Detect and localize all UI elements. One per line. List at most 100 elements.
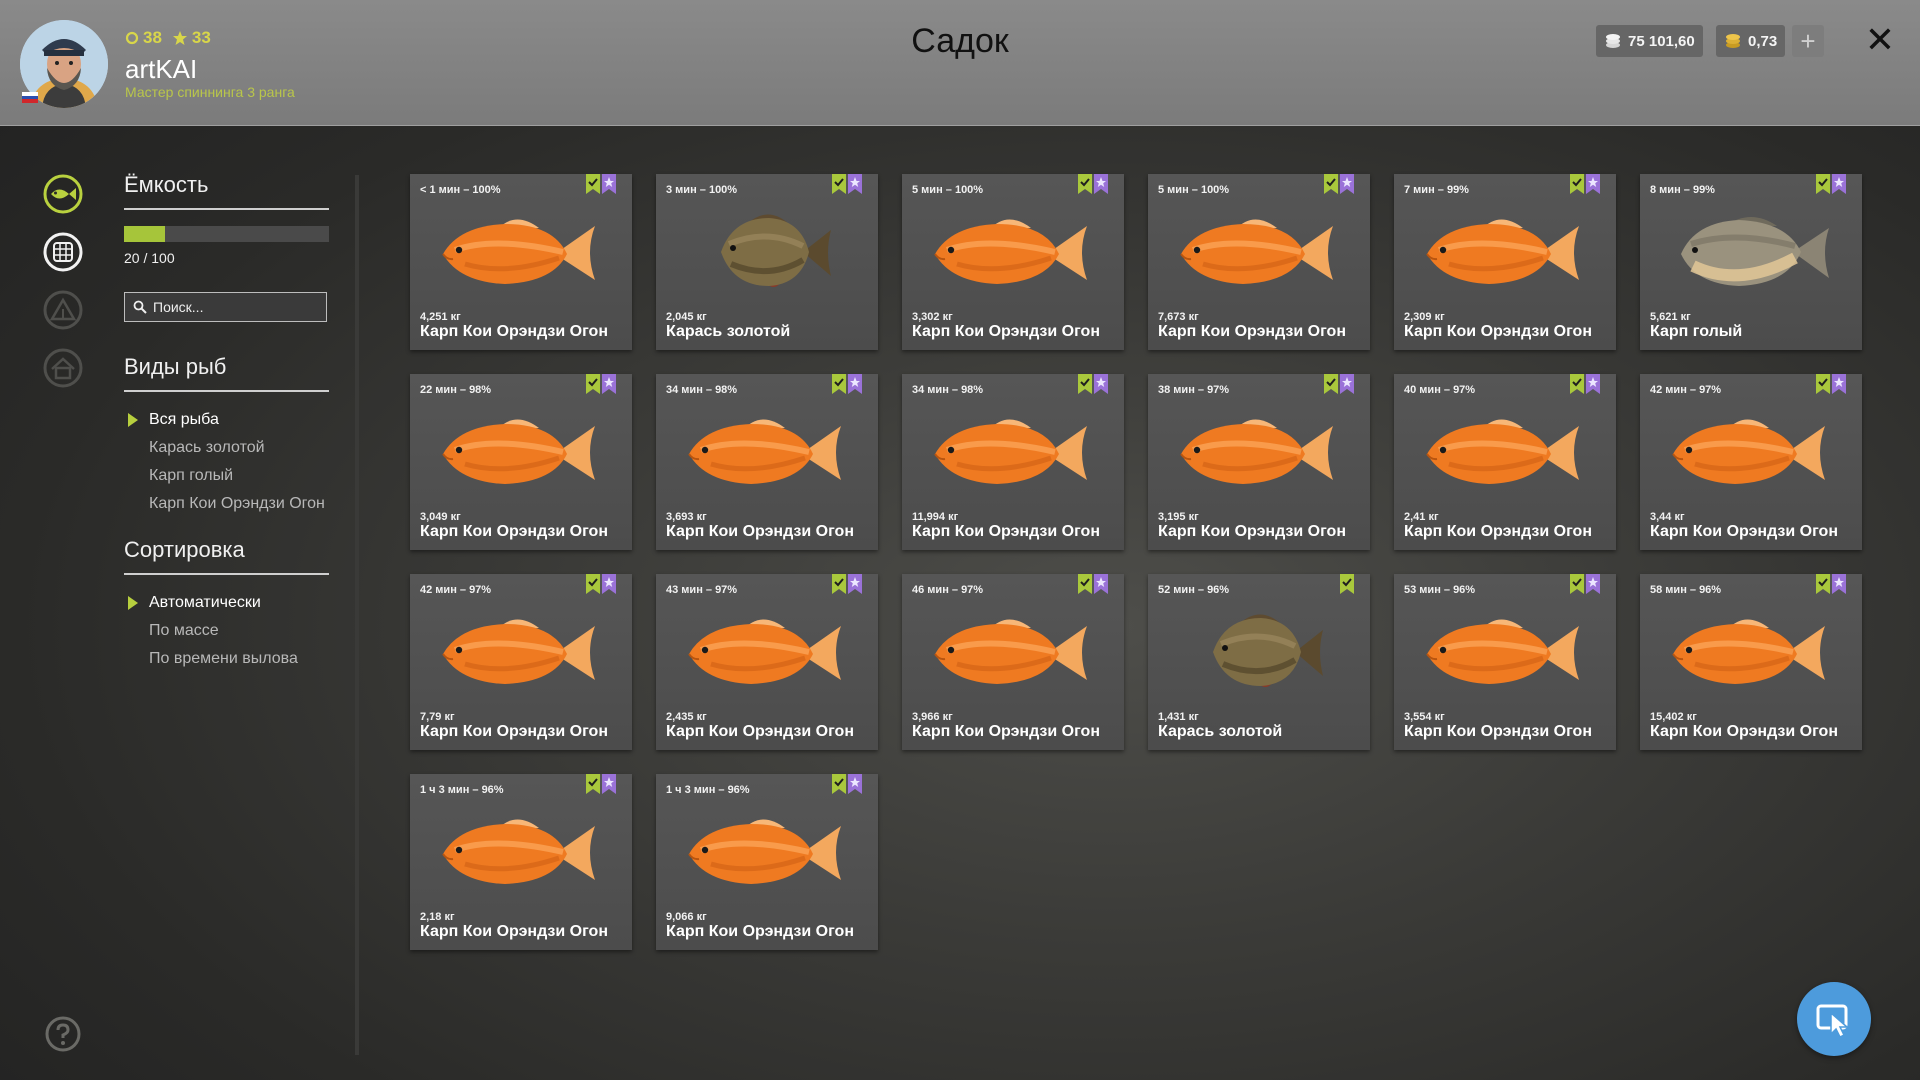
check-badge-icon: [832, 374, 846, 394]
fish-name: Карп Кои Орэндзи Огон: [1158, 323, 1346, 340]
koi-carp-image: [934, 619, 1087, 684]
card-badges: [1816, 174, 1846, 194]
catch-time: 43 мин – 97%: [666, 584, 738, 596]
check-badge-icon: [1078, 174, 1092, 194]
fish-card[interactable]: 8 мин – 99% 5,621 кг Карп голый: [1640, 174, 1862, 350]
keepnet-icon[interactable]: [42, 231, 84, 273]
crucian-carp-image: [721, 214, 831, 287]
card-badges: [832, 174, 862, 194]
star-badge-icon: [602, 174, 616, 194]
add-currency-button[interactable]: +: [1792, 25, 1824, 57]
silver-value: 75 101,60: [1628, 32, 1695, 50]
home-icon[interactable]: [42, 347, 84, 389]
fish-card[interactable]: 3 мин – 100% 2,045 кг Карась золотой: [656, 174, 878, 350]
silver-balance: 75 101,60: [1596, 25, 1703, 57]
star-badge-icon: [1586, 374, 1600, 394]
cursor-icon: [1816, 1004, 1849, 1039]
star-badge-icon: [1586, 574, 1600, 594]
check-badge-icon: [832, 774, 846, 794]
star-badge-icon: [1340, 174, 1354, 194]
catch-time: 3 мин – 100%: [666, 184, 738, 196]
fish-card[interactable]: 58 мин – 96% 15,402 кг Карп Кои Орэндзи Ог…: [1640, 574, 1862, 750]
fish-card[interactable]: 22 мин – 98% 3,049 кг Карп Кои Орэндзи Ого…: [410, 374, 632, 550]
star-badge-icon: [848, 174, 862, 194]
fish-name: Карп Кои Орэндзи Огон: [666, 923, 854, 940]
gold-value: 0,73: [1748, 32, 1778, 50]
fish-card[interactable]: 43 мин – 97% 2,435 кг Карп Кои Орэндзи Ого…: [656, 574, 878, 750]
star-badge-icon: [848, 374, 862, 394]
tent-icon[interactable]: [42, 289, 84, 331]
card-badges: [832, 774, 862, 794]
fish-card[interactable]: < 1 мин – 100% 4,251 кг Карп Кои Орэндзи О…: [410, 174, 632, 350]
gold-balance: 0,73: [1716, 25, 1786, 57]
koi-carp-image: [1426, 619, 1579, 684]
fish-icon[interactable]: [42, 173, 84, 215]
search-input[interactable]: Поиск...: [153, 299, 203, 315]
capacity-bar-fill: [124, 226, 165, 242]
koi-carp-image: [1180, 219, 1333, 284]
fish-card[interactable]: 1 ч 3 мин – 96% 2,18 кг Карп Кои Орэндзи О…: [410, 774, 632, 950]
koi-carp-image: [688, 419, 841, 484]
fish-card[interactable]: 46 мин – 97% 3,966 кг Карп Кои Орэндзи Ого…: [902, 574, 1124, 750]
catch-time: 42 мин – 97%: [1650, 384, 1722, 396]
filter-panel: Ёмкость 20 / 100 Поиск... Виды рыб Вся р…: [124, 172, 329, 677]
check-badge-icon: [586, 174, 600, 194]
fish-card[interactable]: 42 мин – 97% 3,44 кг Карп Кои Орэндзи Огон: [1640, 374, 1862, 550]
fish-card[interactable]: 52 мин – 96% 1,431 кг Карась золотой: [1148, 574, 1370, 750]
close-button[interactable]: ✕: [1862, 20, 1898, 60]
sort-option-item[interactable]: По времени вылова: [124, 649, 329, 668]
player-rank: Мастер спиннинга 3 ранга: [125, 84, 295, 100]
search-icon: [133, 300, 147, 314]
fish-card[interactable]: 38 мин – 97% 3,195 кг Карп Кои Орэндзи Ого…: [1148, 374, 1370, 550]
card-badges: [1816, 574, 1846, 594]
catch-time: 5 мин – 100%: [912, 184, 984, 196]
help-icon[interactable]: [44, 1015, 82, 1053]
catch-time: 53 мин – 96%: [1404, 584, 1476, 596]
star-badge-icon: [1832, 574, 1846, 594]
fish-weight: 3,195 кг: [1158, 511, 1199, 523]
catch-time: 22 мин – 98%: [420, 384, 492, 396]
catch-time: 38 мин – 97%: [1158, 384, 1230, 396]
fish-card[interactable]: 34 мин – 98% 3,693 кг Карп Кои Орэндзи Ого…: [656, 374, 878, 550]
fish-name: Карп Кои Орэндзи Огон: [912, 323, 1100, 340]
fish-name: Карп Кои Орэндзи Огон: [1404, 323, 1592, 340]
fish-name: Карп Кои Орэндзи Огон: [1404, 723, 1592, 740]
top-bar: 38 33 artKAI Мастер спиннинга 3 ранга Са…: [0, 0, 1920, 126]
divider: [124, 573, 329, 575]
koi-carp-image: [1426, 419, 1579, 484]
search-field[interactable]: Поиск...: [124, 292, 327, 322]
catch-time: 40 мин – 97%: [1404, 384, 1476, 396]
star-badge-icon: [602, 574, 616, 594]
fish-weight: 2,045 кг: [666, 311, 707, 323]
sort-option-item[interactable]: Автоматически: [124, 593, 329, 612]
fish-card[interactable]: 40 мин – 97% 2,41 кг Карп Кои Орэндзи Огон: [1394, 374, 1616, 550]
fish-card[interactable]: 7 мин – 99% 2,309 кг Карп Кои Орэндзи Огон: [1394, 174, 1616, 350]
species-filter-item[interactable]: Карась золотой: [124, 438, 329, 457]
check-badge-icon: [832, 174, 846, 194]
sort-option-item[interactable]: По массе: [124, 621, 329, 640]
cursor-mode-button[interactable]: [1797, 982, 1871, 1056]
fish-card[interactable]: 34 мин – 98% 11,994 кг Карп Кои Орэндзи Ог…: [902, 374, 1124, 550]
star-badge-icon: [1340, 374, 1354, 394]
card-badges: [586, 574, 616, 594]
fish-name: Карп Кои Орэндзи Огон: [912, 723, 1100, 740]
gold-coins-icon: [1726, 34, 1740, 48]
star-badge-icon: [848, 574, 862, 594]
species-filter-item[interactable]: Карп Кои Орэндзи Огон: [124, 494, 329, 513]
catch-time: 1 ч 3 мин – 96%: [420, 784, 504, 796]
catch-time: 34 мин – 98%: [666, 384, 738, 396]
star-badge-icon: [1094, 374, 1108, 394]
fish-card[interactable]: 5 мин – 100% 7,673 кг Карп Кои Орэндзи Ого…: [1148, 174, 1370, 350]
fish-card[interactable]: 53 мин – 96% 3,554 кг Карп Кои Орэндзи Ого…: [1394, 574, 1616, 750]
species-filter-item[interactable]: Карп голый: [124, 466, 329, 485]
fish-card[interactable]: 42 мин – 97% 7,79 кг Карп Кои Орэндзи Огон: [410, 574, 632, 750]
star-badge-icon: [1094, 174, 1108, 194]
species-filter-item[interactable]: Вся рыба: [124, 410, 329, 429]
card-badges: [1570, 174, 1600, 194]
fish-card[interactable]: 5 мин – 100% 3,302 кг Карп Кои Орэндзи Ого…: [902, 174, 1124, 350]
check-badge-icon: [1340, 574, 1354, 594]
silver-coins-icon: [1606, 34, 1620, 48]
check-badge-icon: [1324, 174, 1338, 194]
fish-weight: 3,44 кг: [1650, 511, 1685, 523]
fish-card[interactable]: 1 ч 3 мин – 96% 9,066 кг Карп Кои Орэндзи …: [656, 774, 878, 950]
